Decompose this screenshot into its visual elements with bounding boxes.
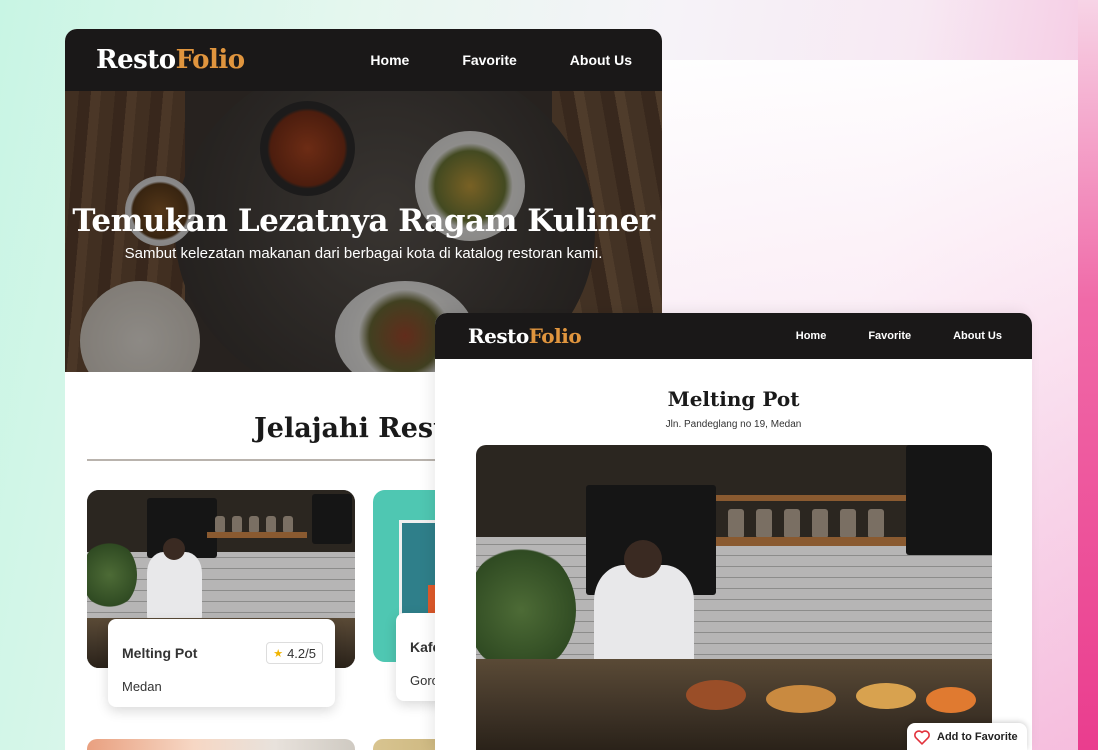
hero-text: Temukan Lezatnya Ragam Kuliner Sambut ke… <box>65 203 662 262</box>
jar <box>840 509 856 537</box>
jar <box>756 509 772 537</box>
nav-favorite-link[interactable]: Favorite <box>462 52 516 68</box>
brand-logo-part1: Resto <box>468 324 529 348</box>
jar <box>232 516 242 532</box>
food <box>856 683 916 709</box>
brand-logo-part2: Folio <box>175 45 245 75</box>
food <box>926 687 976 713</box>
shelf <box>716 537 906 546</box>
nav-links: Home Favorite About Us <box>754 330 1002 342</box>
background-strip <box>1078 0 1098 750</box>
jar <box>215 516 225 532</box>
detail-page-window: RestoFolio Home Favorite About Us Meltin… <box>435 313 1032 750</box>
nav-home-link[interactable]: Home <box>370 52 409 68</box>
rating-value: 4.2/5 <box>287 645 316 661</box>
jar <box>868 509 884 537</box>
chef <box>147 552 202 622</box>
brand-logo-part2: Folio <box>528 324 582 348</box>
shelf <box>716 495 906 501</box>
restaurant-card-info[interactable]: Melting Pot ★ 4.2/5 Medan <box>108 619 335 707</box>
nav-home-link[interactable]: Home <box>796 330 827 342</box>
navbar: RestoFolio Home Favorite About Us <box>65 29 662 91</box>
restaurant-city: Medan <box>122 679 162 694</box>
jar <box>249 516 259 532</box>
brand-logo[interactable]: RestoFolio <box>468 324 582 348</box>
restaurant-photo <box>476 445 992 750</box>
menu-board <box>312 494 352 544</box>
menu-board <box>906 445 992 555</box>
jar <box>283 516 293 532</box>
food <box>686 680 746 710</box>
nav-about-link[interactable]: About Us <box>570 52 632 68</box>
add-to-favorite-label: Add to Favorite <box>937 730 1018 743</box>
nav-about-link[interactable]: About Us <box>953 330 1002 342</box>
add-to-favorite-button[interactable]: Add to Favorite <box>907 723 1027 750</box>
restaurant-title: Melting Pot <box>667 387 800 411</box>
navbar: RestoFolio Home Favorite About Us <box>435 313 1032 359</box>
star-icon: ★ <box>273 647 284 660</box>
hero-title: Temukan Lezatnya Ragam Kuliner <box>72 203 655 239</box>
brand-logo-part1: Resto <box>96 45 176 75</box>
restaurant-name: Melting Pot <box>122 645 198 661</box>
nav-favorite-link[interactable]: Favorite <box>868 330 911 342</box>
jar <box>812 509 828 537</box>
nav-links: Home Favorite About Us <box>317 52 632 68</box>
jar <box>784 509 800 537</box>
kitchen-photo <box>476 445 992 750</box>
hero-subtitle: Sambut kelezatan makanan dari berbagai k… <box>124 245 603 262</box>
jar <box>266 516 276 532</box>
restaurant-card-preview[interactable] <box>87 739 355 750</box>
food <box>766 685 836 713</box>
shelf <box>207 532 307 538</box>
chef-head <box>163 538 185 560</box>
jar <box>728 509 744 537</box>
rating-badge: ★ 4.2/5 <box>266 642 323 664</box>
brand-logo[interactable]: RestoFolio <box>96 45 245 75</box>
chef-head <box>624 540 662 578</box>
restaurant-address: Jln. Pandeglang no 19, Medan <box>665 419 802 430</box>
heart-outline-icon <box>914 729 930 745</box>
